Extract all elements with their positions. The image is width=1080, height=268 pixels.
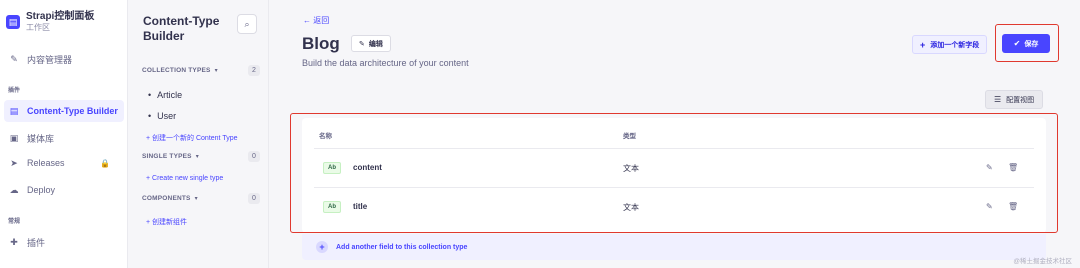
chevron-down-icon: ▾ xyxy=(194,196,198,202)
image-icon: ▣ xyxy=(9,132,19,143)
brand-subtitle: 工作区 xyxy=(26,23,50,32)
nav-item-releases[interactable]: ➤ Releases 🔒 xyxy=(4,152,124,174)
subnav-title: Content-Type Builder xyxy=(143,14,220,43)
collection-type-user[interactable]: User xyxy=(148,111,176,121)
collection-types-count: 2 xyxy=(248,65,260,76)
components-header[interactable]: COMPONENTS ▾ 0 xyxy=(142,193,260,204)
collection-type-article[interactable]: Article xyxy=(148,90,182,100)
pencil-icon: ✎ xyxy=(359,40,365,48)
collection-types-header[interactable]: COLLECTION TYPES ▾ 2 xyxy=(142,65,260,76)
plus-icon: + xyxy=(920,39,926,50)
nav-item-plugins[interactable]: ✚ 插件 xyxy=(4,231,124,253)
single-types-header[interactable]: SINGLE TYPES ▾ 0 xyxy=(142,151,260,162)
components-count: 0 xyxy=(248,193,260,204)
add-another-field-button[interactable]: + Add another field to this collection t… xyxy=(302,234,1046,260)
add-new-field-button[interactable]: + 添加一个新字段 xyxy=(912,35,988,54)
nav-item-label: Content-Type Builder xyxy=(27,106,118,116)
components-label: COMPONENTS ▾ xyxy=(142,195,198,202)
chevron-down-icon: ▾ xyxy=(214,68,218,74)
layout-icon: ▤ xyxy=(9,105,19,116)
single-types-label: SINGLE TYPES ▾ xyxy=(142,153,199,160)
content-type-builder-subnav: Content-Type Builder ⌕ COLLECTION TYPES ▾… xyxy=(128,0,269,268)
edit-icon: ✎ xyxy=(10,53,18,64)
create-single-type-link[interactable]: + Create new single type xyxy=(146,175,223,182)
section-label-general: 常规 xyxy=(8,219,21,225)
watermark: @稀土掘金技术社区 xyxy=(1013,258,1072,265)
add-new-field-label: 添加一个新字段 xyxy=(930,41,980,49)
strapi-logo-icon: ▤ xyxy=(6,15,20,29)
section-label-plugins: 插件 xyxy=(8,88,21,94)
nav-item-content-manager[interactable]: ✎ 内容管理器 xyxy=(4,48,124,70)
nav-item-media-library[interactable]: ▣ 媒体库 xyxy=(4,127,124,149)
edit-button[interactable]: ✎ 编辑 xyxy=(351,35,391,52)
highlight-box-save xyxy=(995,24,1059,62)
configure-view-label: 配置视图 xyxy=(1006,96,1035,104)
page-title: Blog xyxy=(302,34,340,53)
search-button[interactable]: ⌕ xyxy=(237,14,257,34)
add-another-field-label: Add another field to this collection typ… xyxy=(336,243,468,251)
collection-types-label: COLLECTION TYPES ▾ xyxy=(142,67,218,74)
single-types-count: 0 xyxy=(248,151,260,162)
main-navigation: ▤ Strapi控制面板 工作区 ✎ 内容管理器 插件 ▤ Content-Ty… xyxy=(0,0,128,268)
back-link[interactable]: ← 返回 xyxy=(303,15,329,26)
send-icon: ➤ xyxy=(10,157,18,168)
puzzle-icon: ✚ xyxy=(10,236,18,247)
chevron-down-icon: ▾ xyxy=(195,154,199,160)
nav-item-label: 内容管理器 xyxy=(27,54,73,65)
nav-item-label: 媒体库 xyxy=(27,133,55,144)
nav-item-content-type-builder[interactable]: ▤ Content-Type Builder xyxy=(4,100,124,122)
brand: ▤ Strapi控制面板 工作区 xyxy=(0,0,127,44)
brand-title: Strapi控制面板 xyxy=(26,11,95,22)
create-component-link[interactable]: + 创建新组件 xyxy=(146,217,187,227)
cloud-icon: ☁ xyxy=(9,184,19,195)
configure-view-button[interactable]: ☰ 配置视图 xyxy=(985,90,1044,109)
highlight-box-fields xyxy=(290,113,1058,233)
nav-item-label: 插件 xyxy=(27,237,46,248)
list-settings-icon: ☰ xyxy=(994,95,1002,104)
page-subtitle: Build the data architecture of your cont… xyxy=(302,58,469,68)
nav-item-label: Deploy xyxy=(27,185,56,195)
edit-button-label: 编辑 xyxy=(368,40,383,48)
search-icon: ⌕ xyxy=(244,18,250,29)
nav-item-deploy[interactable]: ☁ Deploy xyxy=(4,179,124,201)
plus-circle-icon: + xyxy=(316,241,328,253)
nav-item-label: Releases xyxy=(27,158,65,168)
create-content-type-link[interactable]: + 创建一个新的 Content Type xyxy=(146,133,238,143)
lock-icon: 🔒 xyxy=(100,158,110,168)
